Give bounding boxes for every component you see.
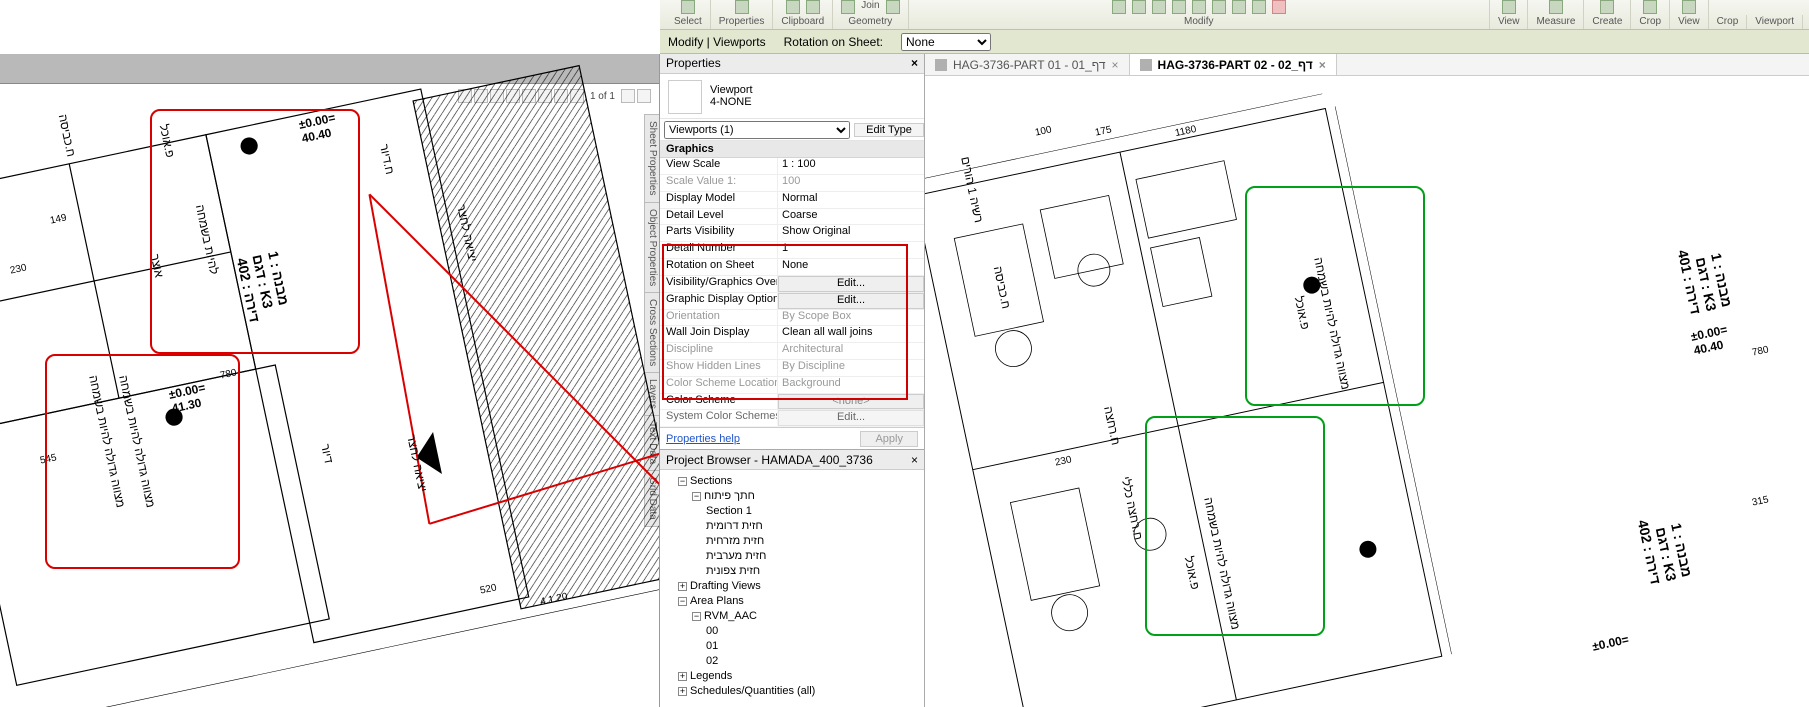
ribbon-group-viewport: Viewport — [1747, 15, 1803, 29]
ribbon-group-select: Select — [666, 0, 711, 29]
options-context: Modify | Viewports — [668, 35, 766, 49]
tree-item[interactable]: Section 1 — [664, 504, 920, 519]
system-color-button[interactable]: Edit... — [778, 410, 924, 426]
rotation-select[interactable]: None — [901, 33, 991, 51]
options-bar: Modify | Viewports Rotation on Sheet: No… — [660, 30, 1809, 54]
tree-legends[interactable]: +Legends — [664, 669, 920, 684]
delete-icon[interactable] — [1272, 0, 1286, 14]
tree-item[interactable]: חזית מזרחית — [664, 534, 920, 549]
properties-header: Properties × — [660, 54, 924, 74]
properties-icon[interactable] — [735, 0, 749, 14]
detail-number-value[interactable]: 1 — [778, 242, 924, 258]
rotate-icon[interactable] — [1152, 0, 1166, 14]
ribbon-group-view: View — [1490, 0, 1529, 29]
sheet-icon — [1140, 59, 1152, 71]
expand-icon[interactable]: + — [678, 582, 687, 591]
edit-type-button[interactable]: Edit Type — [854, 123, 924, 137]
tree-schedules[interactable]: +Schedules/Quantities (all) — [664, 684, 920, 699]
join-icon[interactable] — [841, 0, 855, 14]
collapse-icon[interactable]: − — [692, 612, 701, 621]
view-icon[interactable] — [1502, 0, 1516, 14]
tab-part01[interactable]: HAG-3736-PART 01 - 01_דף × — [925, 54, 1130, 75]
color-scheme-value[interactable]: <none> — [778, 394, 924, 410]
trim-icon[interactable] — [1192, 0, 1206, 14]
tree-section-group[interactable]: −חתך פיתוח — [664, 489, 920, 504]
close-icon[interactable]: × — [1319, 58, 1326, 72]
align-icon[interactable] — [1112, 0, 1126, 14]
graphic-display-button[interactable]: Edit... — [778, 293, 924, 309]
activate-view-icon[interactable] — [1682, 0, 1696, 14]
tree-drafting[interactable]: +Drafting Views — [664, 579, 920, 594]
ribbon-group-measure: Measure — [1528, 0, 1584, 29]
create-icon[interactable] — [1600, 0, 1614, 14]
properties-palette: Properties × Viewport 4-NONE Viewports (… — [660, 54, 925, 707]
sheet-icon — [935, 59, 947, 71]
expand-icon[interactable]: + — [678, 672, 687, 681]
collapse-icon[interactable]: − — [692, 492, 701, 501]
detail-level-value[interactable]: Coarse — [778, 209, 924, 225]
array-icon[interactable] — [1232, 0, 1246, 14]
ribbon-group-crop1: Crop — [1631, 0, 1670, 29]
cut-icon[interactable] — [886, 0, 900, 14]
close-icon[interactable]: × — [1112, 58, 1119, 72]
rotation-value[interactable]: None — [778, 259, 924, 275]
ribbon: Select Properties Clipboard Join Geometr… — [660, 0, 1809, 30]
ribbon-group-clipboard: Clipboard — [773, 0, 833, 29]
tree-item[interactable]: 01 — [664, 639, 920, 654]
tree-item[interactable]: 00 — [664, 624, 920, 639]
ribbon-group-modify: Modify — [909, 0, 1490, 29]
select-icon[interactable] — [681, 0, 695, 14]
ribbon-group-properties: Properties — [711, 0, 774, 29]
close-icon[interactable]: × — [911, 56, 918, 70]
collapse-icon[interactable]: − — [678, 597, 687, 606]
tree-area[interactable]: −Area Plans — [664, 594, 920, 609]
right-drawing-view[interactable]: מבנה : 1דגם : K3דירה : 401 ±0.00= 40.40 … — [925, 76, 1809, 707]
collapse-icon[interactable]: − — [678, 477, 687, 486]
document-tabs: HAG-3736-PART 01 - 01_דף × HAG-3736-PART… — [925, 54, 1809, 76]
tree-rvm[interactable]: −RVM_AAC — [664, 609, 920, 624]
ribbon-group-geometry: Join Geometry — [833, 0, 908, 29]
view-scale-value[interactable]: 1 : 100 — [778, 158, 924, 174]
tree-item[interactable]: חזית מערבית — [664, 549, 920, 564]
tree-item[interactable]: 02 — [664, 654, 920, 669]
tree-item[interactable]: חזית דרומית — [664, 519, 920, 534]
parts-visibility-value[interactable]: Show Original — [778, 225, 924, 241]
ribbon-label: Select — [674, 16, 702, 27]
crop-size-icon[interactable] — [1643, 0, 1657, 14]
close-icon[interactable]: × — [911, 453, 918, 467]
mirror-icon[interactable] — [1172, 0, 1186, 14]
tab-part02[interactable]: HAG-3736-PART 02 - 02_דף × — [1130, 54, 1337, 75]
paste-icon[interactable] — [786, 0, 800, 14]
tree-item[interactable]: חזית צפונית — [664, 564, 920, 579]
copy-icon[interactable] — [806, 0, 820, 14]
apply-button[interactable]: Apply — [860, 431, 918, 447]
ribbon-group-create: Create — [1584, 0, 1631, 29]
move-icon[interactable] — [1132, 0, 1146, 14]
ribbon-group-view2: View — [1670, 0, 1709, 29]
measure-icon[interactable] — [1549, 0, 1563, 14]
properties-help-link[interactable]: Properties help — [666, 433, 860, 445]
display-model-value[interactable]: Normal — [778, 192, 924, 208]
floor-plan-right: מבנה : 1דגם : K3דירה : 401 ±0.00= 40.40 … — [925, 76, 1809, 707]
type-thumbnail-icon — [668, 80, 702, 114]
left-drawing-view[interactable]: 1 of 1 Sheet Properties Object Propertie… — [0, 54, 660, 707]
tree-sections[interactable]: −Sections — [664, 474, 920, 489]
instance-selector[interactable]: Viewports (1) — [664, 121, 850, 139]
type-selector[interactable]: Viewport 4-NONE — [660, 74, 924, 120]
project-browser: Project Browser - HAMADA_400_3736 × −Sec… — [660, 449, 924, 707]
scale-icon[interactable] — [1252, 0, 1266, 14]
ribbon-group-crop2: Crop — [1709, 15, 1748, 29]
floor-plan-left: ±0.00= 40.40 מבנה : 1דגם : K3דירה : 402 … — [0, 54, 659, 707]
offset-icon[interactable] — [1212, 0, 1226, 14]
rotation-label: Rotation on Sheet: — [784, 35, 883, 49]
expand-icon[interactable]: + — [678, 687, 687, 696]
wall-join-value[interactable]: Clean all wall joins — [778, 326, 924, 342]
category-graphics[interactable]: Graphics — [660, 141, 924, 158]
vg-overrides-button[interactable]: Edit... — [778, 276, 924, 292]
